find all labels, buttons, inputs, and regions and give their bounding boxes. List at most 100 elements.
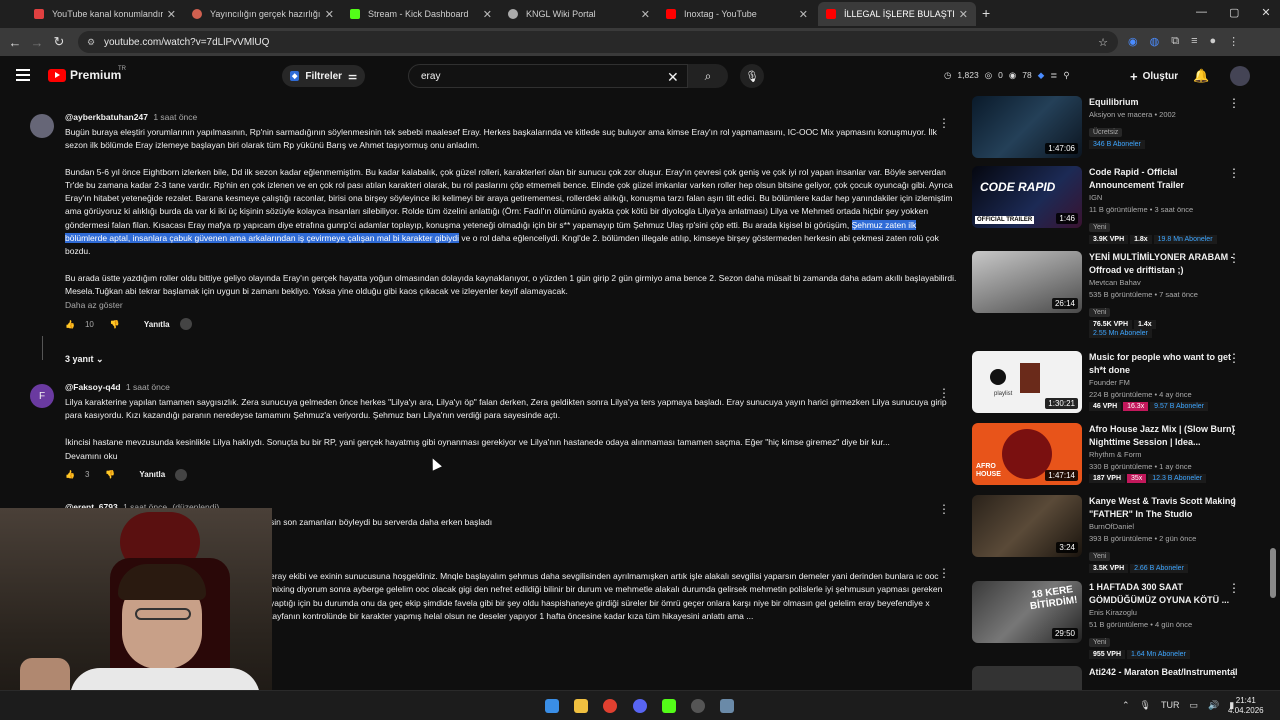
avatar[interactable] xyxy=(30,114,54,138)
extension-icon[interactable]: ◉ xyxy=(1128,35,1138,48)
start-button-icon[interactable] xyxy=(545,699,559,713)
browser-tab-2[interactable]: Yayıncılığın gerçek hazırlığı - Cl✕ xyxy=(184,2,342,26)
video-menu-icon[interactable]: ⋮ xyxy=(1228,166,1240,180)
avatar[interactable]: F xyxy=(30,384,54,408)
video-title[interactable]: 1 HAFTADA 300 SAAT GÖMDÜĞÜMÜZ OYUNA KÖTÜ… xyxy=(1089,581,1239,607)
hamburger-menu-icon[interactable] xyxy=(16,69,30,81)
video-thumbnail[interactable]: CODE RAPID OFFICIAL TRAILER 1:46 xyxy=(972,166,1082,228)
reload-icon[interactable]: ↻ xyxy=(48,34,70,50)
site-info-icon[interactable]: ⚙ xyxy=(87,37,95,48)
discord-icon[interactable] xyxy=(633,699,647,713)
video-thumbnail[interactable]: playlist 1:30:21 xyxy=(972,351,1082,413)
file-explorer-icon[interactable] xyxy=(574,699,588,713)
video-menu-icon[interactable]: ⋮ xyxy=(1228,251,1240,265)
profile-icon[interactable]: ● xyxy=(1210,35,1217,48)
video-title[interactable]: Kanye West & Travis Scott Making "FATHER… xyxy=(1089,495,1239,521)
more-vert-icon[interactable]: ⋮ xyxy=(1228,35,1239,48)
comment-author[interactable]: @Faksoy-q4d xyxy=(65,382,121,392)
browser-tab-4[interactable]: KNGL Wiki Portal ✕ xyxy=(500,2,658,26)
read-more-link[interactable]: Devamını oku xyxy=(65,451,960,461)
chrome-icon[interactable] xyxy=(603,699,617,713)
close-tab-icon[interactable]: ✕ xyxy=(167,8,176,21)
chevron-up-icon[interactable]: ⌃ xyxy=(1122,700,1130,711)
bookmark-star-icon[interactable]: ☆ xyxy=(1098,36,1108,49)
video-thumbnail[interactable]: 1:47:06 xyxy=(972,96,1082,158)
comment-time[interactable]: 1 saat önce xyxy=(153,112,197,122)
video-thumbnail[interactable]: 18 KERE BİTİRDİM! 29:50 xyxy=(972,581,1082,643)
video-menu-icon[interactable]: ⋮ xyxy=(1228,581,1240,595)
like-icon[interactable]: 👍 xyxy=(65,320,75,329)
video-title[interactable]: Music for people who want to get sh*t do… xyxy=(1089,351,1239,377)
browser-tab-5[interactable]: Inoxtag - YouTube ✕ xyxy=(658,2,816,26)
comment-time[interactable]: 1 saat önce xyxy=(126,382,170,392)
channel-name[interactable]: Founder FM xyxy=(1089,377,1239,389)
close-tab-icon[interactable]: ✕ xyxy=(325,8,334,21)
maximize-icon[interactable]: ▢ xyxy=(1229,6,1239,19)
dislike-icon[interactable]: 👎 xyxy=(110,320,120,329)
comment-author[interactable]: @ayberkbatuhan247 xyxy=(65,112,148,122)
video-menu-icon[interactable]: ⋮ xyxy=(1228,423,1240,437)
video-title[interactable]: Equilibrium xyxy=(1089,96,1239,109)
reply-button[interactable]: Yanıtla xyxy=(144,320,170,329)
media-icon[interactable]: ≡ xyxy=(1191,35,1197,48)
video-title[interactable]: YENİ MULTİMİLYONER ARABAM - Offroad ve d… xyxy=(1089,251,1239,277)
video-title[interactable]: Afro House Jazz Mix | (Slow Burn) Nightt… xyxy=(1089,423,1239,449)
obs-icon[interactable] xyxy=(691,699,705,713)
system-clock[interactable]: 21:41 4.04.2026 xyxy=(1228,696,1264,716)
close-window-icon[interactable]: ✕ xyxy=(1261,6,1270,19)
page-scrollbar[interactable] xyxy=(1270,96,1276,686)
comment-menu-icon[interactable]: ⋮ xyxy=(938,116,950,130)
video-title[interactable]: Code Rapid - Official Announcement Trail… xyxy=(1089,166,1239,192)
forward-icon[interactable]: → xyxy=(26,35,48,50)
channel-name[interactable]: Enis Kirazoglu xyxy=(1089,607,1239,619)
show-less-link[interactable]: Daha az göster xyxy=(65,300,960,310)
browser-tab-3[interactable]: Stream - Kick Dashboard ✕ xyxy=(342,2,500,26)
video-menu-icon[interactable]: ⋮ xyxy=(1228,351,1240,365)
network-icon[interactable]: ▭ xyxy=(1189,700,1198,711)
browser-tab-6-active[interactable]: İLLEGAL İŞLERE BULAŞTIK! POLİ✕ xyxy=(818,2,976,26)
channel-name[interactable]: Rhythm & Form xyxy=(1089,449,1239,461)
language-indicator[interactable]: TUR xyxy=(1161,700,1180,711)
channel-name[interactable]: IGN xyxy=(1089,192,1239,204)
scrollbar-thumb[interactable] xyxy=(1270,548,1276,598)
channel-name[interactable]: BurnOfDaniel xyxy=(1089,521,1239,533)
video-menu-icon[interactable]: ⋮ xyxy=(1228,666,1240,680)
dislike-icon[interactable]: 👎 xyxy=(105,470,115,479)
comment-menu-icon[interactable]: ⋮ xyxy=(938,566,950,580)
close-tab-icon[interactable]: ✕ xyxy=(483,8,492,21)
like-icon[interactable]: 👍 xyxy=(65,470,75,479)
youtube-premium-logo[interactable]: Premium TR xyxy=(48,66,126,82)
back-icon[interactable]: ← xyxy=(4,35,26,50)
kick-icon[interactable] xyxy=(662,699,676,713)
account-avatar[interactable] xyxy=(1230,66,1250,86)
new-tab-button[interactable]: + xyxy=(982,5,990,21)
browser-tab-1[interactable]: YouTube kanal konumlandırma✕ xyxy=(26,2,184,26)
list-icon[interactable]: ≣ xyxy=(1050,70,1057,81)
mic-tray-icon[interactable]: 🎙 xyxy=(1140,700,1151,711)
search-button[interactable]: ⌕ xyxy=(688,64,728,88)
filter-icon[interactable]: ⚲ xyxy=(1063,70,1069,81)
close-tab-icon[interactable]: ✕ xyxy=(959,8,968,21)
close-tab-icon[interactable]: ✕ xyxy=(641,8,650,21)
create-button[interactable]: + Oluştur xyxy=(1120,65,1188,87)
notifications-bell-icon[interactable]: 🔔 xyxy=(1193,68,1209,84)
replies-toggle[interactable]: 3 yanıt ⌄ xyxy=(65,354,104,365)
channel-name[interactable]: Mevtcan Bahav xyxy=(1089,277,1239,289)
search-input[interactable]: eray xyxy=(408,64,688,88)
close-tab-icon[interactable]: ✕ xyxy=(799,8,808,21)
reply-button[interactable]: Yanıtla xyxy=(139,470,165,479)
video-menu-icon[interactable]: ⋮ xyxy=(1228,495,1240,509)
voice-search-button[interactable]: 🎙 xyxy=(740,64,764,88)
filters-button[interactable]: ◆ Filtreler ⚌ xyxy=(282,65,366,87)
clear-search-icon[interactable]: ✕ xyxy=(667,69,679,86)
minimize-icon[interactable]: — xyxy=(1196,6,1207,19)
extension-icon[interactable]: ◍ xyxy=(1150,35,1160,48)
video-thumbnail[interactable]: AFRO HOUSE 1:47:14 xyxy=(972,423,1082,485)
comment-menu-icon[interactable]: ⋮ xyxy=(938,386,950,400)
puzzle-icon[interactable]: ⧉ xyxy=(1171,35,1179,48)
video-item[interactable]: Ati242 - Maraton Beat/Instrumental ⋮ xyxy=(970,666,1250,690)
address-bar[interactable]: ⚙ youtube.com/watch?v=7dLlPvVMlUQ ☆ xyxy=(78,31,1118,53)
video-menu-icon[interactable]: ⋮ xyxy=(1228,96,1240,110)
settings-gear-icon[interactable] xyxy=(720,699,734,713)
video-thumbnail[interactable]: 26:14 xyxy=(972,251,1082,313)
